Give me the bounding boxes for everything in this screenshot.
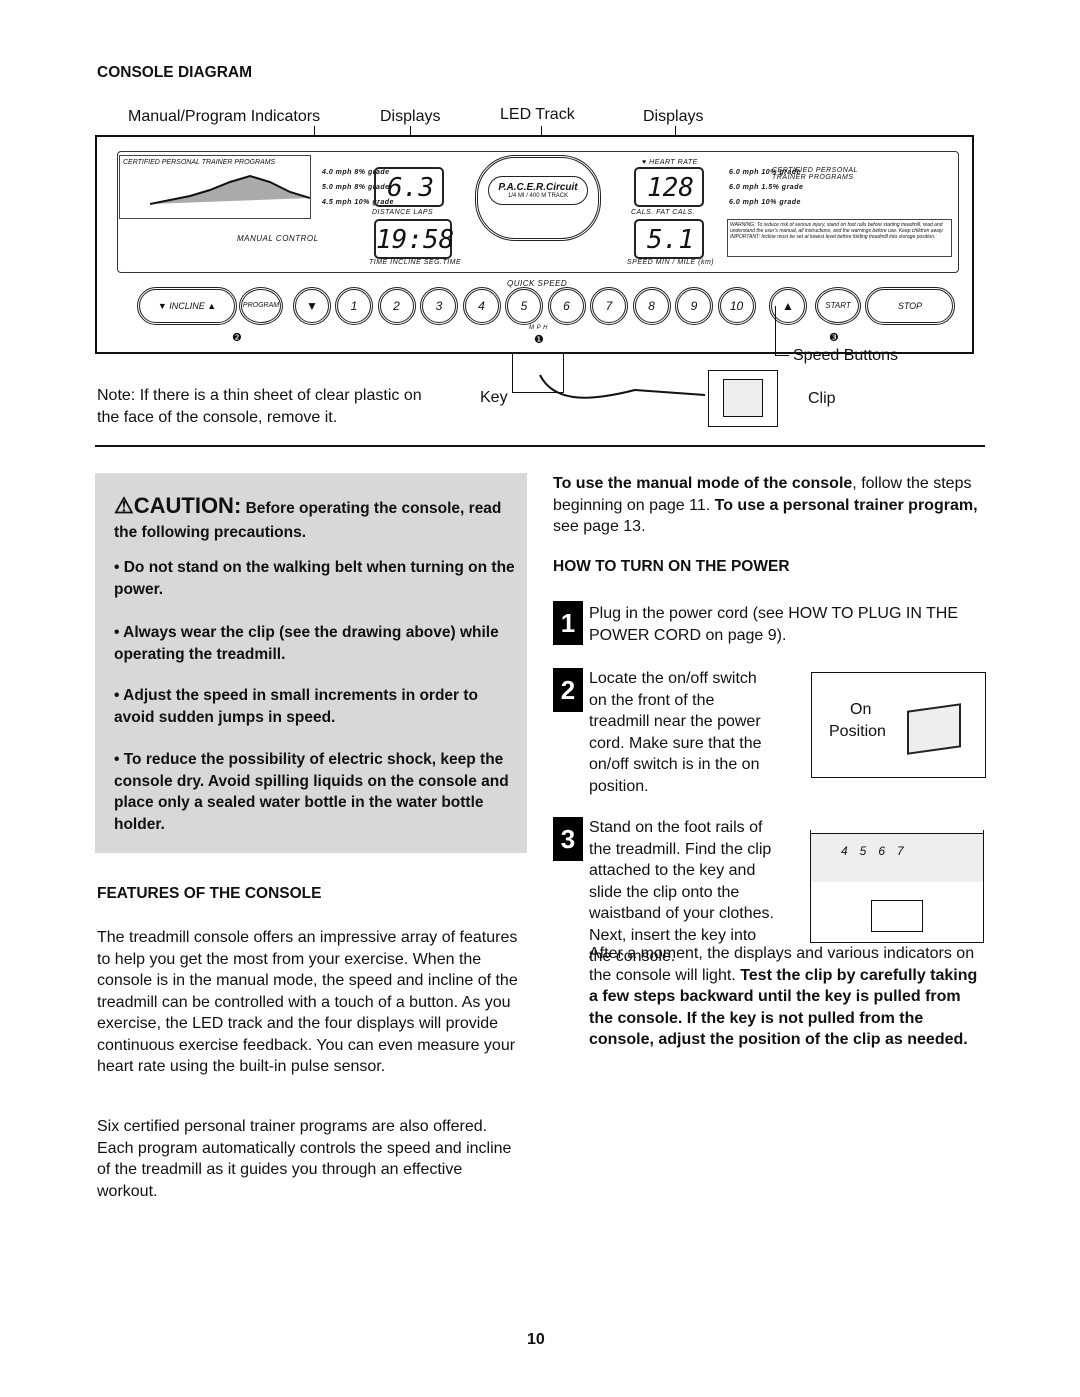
display-distance-label: DISTANCE LAPS	[372, 209, 434, 216]
program-profile-chart	[150, 174, 310, 205]
label-speed-buttons: Speed Buttons	[793, 347, 898, 364]
on-position-illustration: On Position	[811, 672, 986, 778]
label-displays-right: Displays	[643, 108, 704, 125]
manual-mode-intro: To use the manual mode of the console, f…	[553, 475, 978, 535]
features-paragraph-2: Six certified personal trainer programs …	[97, 1118, 512, 1200]
quick-speed-4-button[interactable]: 4	[462, 287, 501, 325]
quick-speed-7-button[interactable]: 7	[590, 287, 628, 325]
display-heart-rate: 128	[634, 167, 704, 207]
power-switch-icon	[907, 703, 961, 755]
callout-2: ❷	[232, 332, 242, 344]
caution-intro: ⚠CAUTION: Before operating the console, …	[114, 493, 502, 542]
display-time: 19:58	[374, 219, 454, 259]
quick-speed-8-button[interactable]: 8	[632, 287, 671, 325]
warning-label: WARNING: To reduce risk of serious injur…	[727, 219, 952, 257]
clip-cord	[539, 374, 706, 399]
key-insert-illustration: 4567	[810, 830, 984, 943]
display-cals-label: CALS. FAT CALS.	[631, 209, 696, 216]
right-programs-title: CERTIFIED PERSONAL TRAINER PROGRAMS	[772, 167, 858, 181]
stop-button[interactable]: STOP	[865, 287, 955, 325]
label-clip: Clip	[808, 390, 836, 407]
step-number: 1	[553, 601, 583, 645]
page-number: 10	[527, 1331, 545, 1348]
callout-3: ❸	[829, 332, 839, 344]
quick-speed-buttons-detail: 4567	[841, 844, 916, 858]
quick-speed-3-button[interactable]: 3	[420, 287, 458, 325]
label-key: Key	[480, 389, 508, 406]
quick-speed-1-button[interactable]: 1	[335, 287, 373, 325]
clip-drawing	[708, 370, 778, 427]
start-button[interactable]: START	[815, 287, 861, 325]
mph-label: M P H	[529, 325, 548, 331]
label-indicators: Manual/Program Indicators	[128, 108, 321, 125]
quick-speed-9-button[interactable]: 9	[675, 287, 713, 325]
step-number: 2	[553, 668, 583, 712]
quick-speed-2-button[interactable]: 2	[377, 287, 416, 325]
plastic-note: Note: If there is a thin sheet of clear …	[97, 387, 422, 426]
features-heading: FEATURES OF THE CONSOLE	[97, 885, 322, 902]
heart-rate-label: ♥ HEART RATE	[642, 159, 698, 166]
features-paragraph-1: The treadmill console offers an impressi…	[97, 929, 518, 1075]
caution-bullet: • Do not stand on the walking belt when …	[114, 559, 515, 598]
display-distance: 6.3	[374, 167, 444, 207]
quick-speed-5-button[interactable]: 5	[505, 287, 543, 325]
console-diagram: CERTIFIED PERSONAL TRAINER PROGRAMS 4.0 …	[95, 135, 974, 354]
led-track: P.A.C.E.R.Circuit 1/4 MI / 400 M TRACK	[475, 155, 601, 241]
program-button[interactable]: PROGRAM	[239, 287, 283, 325]
quick-speed-6-button[interactable]: 6	[547, 287, 586, 325]
warning-triangle-icon: ⚠	[114, 493, 134, 518]
quick-speed-10-button[interactable]: 10	[717, 287, 756, 325]
display-speed-label: SPEED MIN / MILE (km)	[627, 259, 715, 266]
step-1-text: Plug in the power cord (see HOW TO PLUG …	[589, 605, 959, 644]
section-divider	[95, 445, 985, 447]
after-text: After a moment, the displays and various…	[589, 945, 978, 1048]
label-displays-left: Displays	[380, 108, 441, 125]
step-number: 3	[553, 817, 583, 861]
caution-bullet: • To reduce the possibility of electric …	[114, 751, 509, 833]
quick-speed-label: QUICK SPEED	[507, 279, 568, 288]
caution-bullet: • Adjust the speed in small increments i…	[114, 687, 479, 726]
step-2-text: Locate the on/off switch on the front of…	[589, 670, 762, 795]
display-speed: 5.1	[634, 219, 704, 259]
left-programs-panel: CERTIFIED PERSONAL TRAINER PROGRAMS	[119, 155, 311, 219]
manual-page: { "console_section":{ "title":"CONSOLE D…	[0, 0, 1080, 1397]
caution-bullet: • Always wear the clip (see the drawing …	[114, 624, 499, 663]
incline-buttons[interactable]: ▼ INCLINE ▲	[137, 287, 237, 325]
display-time-label: TIME INCLINE SEG.TIME	[369, 259, 462, 266]
speed-down-button[interactable]: ▼	[293, 287, 331, 325]
label-led-track: LED Track	[500, 106, 575, 123]
manual-control-label: MANUAL CONTROL	[237, 234, 319, 243]
power-heading: HOW TO TURN ON THE POWER	[553, 558, 790, 575]
callout-1: ❶	[534, 334, 544, 346]
console-diagram-title: CONSOLE DIAGRAM	[97, 64, 252, 81]
